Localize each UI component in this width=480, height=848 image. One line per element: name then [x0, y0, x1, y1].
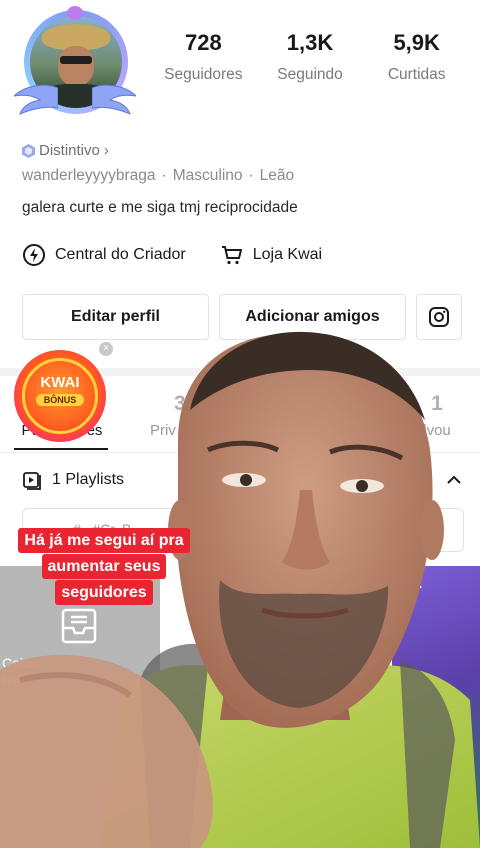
avatar-decoration: [67, 6, 83, 20]
profile-avatar[interactable]: [14, 4, 136, 122]
instagram-icon: [429, 307, 449, 327]
tab-count: 3: [174, 392, 186, 415]
caption-line-2: aumentar seus: [41, 554, 167, 579]
profile-bio: galera curte e me siga tmj reciprocidade: [22, 199, 298, 216]
caption-line-3: seguidores: [55, 580, 153, 605]
kwai-bonus-title: KWAI: [40, 374, 80, 391]
tab-private[interactable]: 3 Priv: [150, 392, 210, 439]
zodiac-sign: Leão: [259, 167, 295, 184]
inbox-label-line1: Caixa: [2, 655, 38, 671]
badge-label: Distintivo: [39, 142, 100, 159]
badge-link[interactable]: Distintivo ›: [22, 142, 109, 159]
stat-label: Seguindo: [277, 66, 343, 83]
wing-left-icon: [14, 84, 58, 115]
shop-label: Loja Kwai: [252, 246, 323, 263]
stat-likes[interactable]: 5,9K Curtidas: [363, 30, 470, 84]
stat-label: Curtidas: [387, 66, 446, 83]
profile-meta: wanderleyyyybraga · Masculino · Leão: [22, 167, 294, 185]
tab-count: 1: [431, 392, 443, 415]
instagram-button[interactable]: [416, 294, 462, 340]
edit-profile-button[interactable]: Editar perfil: [22, 294, 209, 340]
kwai-bonus-badge[interactable]: KWAI BÔNUS: [14, 350, 106, 442]
separator-dot: ·: [161, 167, 167, 184]
inbox-tile[interactable]: Caixa Re: [0, 566, 160, 848]
stat-label: Seguidores: [164, 66, 243, 83]
add-friends-button[interactable]: Adicionar amigos: [219, 294, 406, 340]
stat-following[interactable]: 1,3K Seguindo: [257, 30, 364, 84]
stat-value: 5,9K: [393, 30, 440, 55]
lightning-icon: [23, 244, 45, 266]
inbox-label: Caixa Re: [2, 654, 38, 690]
chevron-up-icon[interactable]: [444, 470, 464, 490]
profile-actions: Editar perfil Adicionar amigos: [22, 294, 462, 340]
active-tab-indicator: [14, 448, 108, 450]
thumbnail-number: 2: [412, 572, 423, 592]
shop-link[interactable]: Loja Kwai: [220, 243, 322, 267]
stat-followers[interactable]: 728 Seguidores: [150, 30, 257, 84]
playlists-label: 1 Playlists: [52, 471, 125, 488]
video-thumbnail[interactable]: 2: [392, 566, 480, 848]
profile-stats: 728 Seguidores 1,3K Seguindo 5,9K Curtid…: [150, 30, 470, 84]
creator-center-link[interactable]: Central do Criador: [22, 243, 186, 267]
playlist-icon: [23, 472, 41, 490]
separator-dot: ·: [248, 167, 254, 184]
tabs-border: [0, 452, 480, 453]
video-caption: Há já me segui aí pra aumentar seus segu…: [8, 528, 200, 606]
cart-icon: [221, 246, 242, 265]
playlists-header[interactable]: 1 Playlists: [22, 470, 124, 490]
close-icon[interactable]: ×: [99, 342, 113, 356]
username: wanderleyyyybraga: [22, 167, 156, 184]
kwai-bonus-subtitle: BÔNUS: [36, 394, 84, 406]
tab-saved[interactable]: 1 lvou: [412, 392, 462, 439]
badge-hex-icon: [22, 143, 35, 158]
caption-line-1: Há já me segui aí pra: [18, 528, 190, 553]
inbox-icon: [61, 608, 97, 644]
gender: Masculino: [172, 167, 243, 184]
creator-tools: Central do Criador Loja Kwai: [22, 243, 322, 267]
inbox-label-line2: Re: [2, 673, 20, 689]
chevron-right-icon: ›: [103, 142, 109, 159]
tab-label: Priv: [150, 422, 176, 439]
stat-value: 728: [184, 30, 222, 55]
tab-label: lvou: [423, 422, 451, 439]
creator-center-label: Central do Criador: [55, 246, 186, 263]
wing-right-icon: [92, 84, 136, 115]
stat-value: 1,3K: [286, 30, 334, 55]
